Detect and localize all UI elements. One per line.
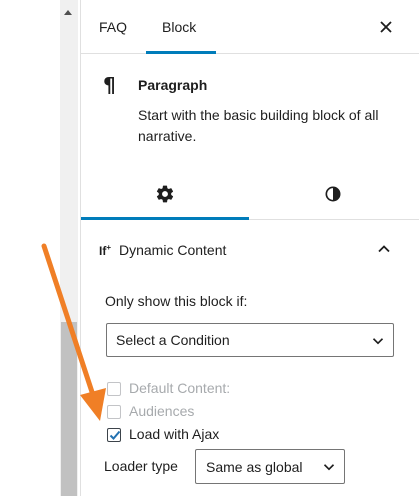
paragraph-icon: ¶ bbox=[103, 73, 116, 97]
checkbox-label: Default Content: bbox=[129, 380, 231, 396]
editor-canvas bbox=[0, 0, 80, 496]
chevron-down-icon bbox=[323, 464, 335, 471]
condition-select-value: Select a Condition bbox=[116, 332, 230, 348]
sidebar-tabs: FAQ Block bbox=[81, 0, 419, 54]
tab-faq[interactable]: FAQ bbox=[99, 0, 127, 54]
tab-styles[interactable] bbox=[249, 168, 417, 220]
gear-icon bbox=[156, 185, 174, 203]
chevron-up-icon bbox=[378, 245, 390, 253]
close-button[interactable] bbox=[373, 14, 399, 40]
scrollbar-thumb[interactable] bbox=[61, 322, 77, 496]
checkmark-icon bbox=[109, 430, 121, 440]
checkbox-box[interactable] bbox=[107, 382, 121, 396]
block-card: ¶ Paragraph Start with the basic buildin… bbox=[81, 55, 419, 177]
loader-type-value: Same as global bbox=[206, 459, 303, 475]
contrast-icon bbox=[325, 186, 341, 202]
checkbox-box[interactable] bbox=[107, 405, 121, 419]
condition-label: Only show this block if: bbox=[105, 293, 248, 309]
loader-type-select[interactable]: Same as global bbox=[195, 449, 345, 484]
scroll-up-icon[interactable] bbox=[64, 10, 72, 15]
checkbox-label: Audiences bbox=[129, 403, 195, 419]
dynamic-content-panel-toggle[interactable]: If+ Dynamic Content bbox=[81, 221, 419, 277]
active-tab-indicator bbox=[146, 51, 216, 54]
condition-select[interactable]: Select a Condition bbox=[106, 323, 394, 357]
block-description: Start with the basic building block of a… bbox=[138, 107, 379, 144]
chevron-down-icon bbox=[372, 338, 384, 345]
close-icon bbox=[380, 21, 392, 33]
active-tab-indicator bbox=[81, 217, 249, 220]
loader-type-label: Loader type bbox=[104, 458, 178, 474]
tab-settings[interactable] bbox=[81, 168, 249, 220]
settings-sidebar: FAQ Block ¶ Paragraph Start with the bas… bbox=[80, 0, 419, 496]
tab-block[interactable]: Block bbox=[162, 0, 196, 54]
panel-title: Dynamic Content bbox=[119, 242, 227, 258]
block-title: Paragraph bbox=[138, 77, 208, 93]
checkbox-label: Load with Ajax bbox=[129, 426, 220, 442]
block-settings-tabs bbox=[81, 168, 419, 220]
checkbox-box[interactable] bbox=[107, 428, 121, 442]
dynamic-content-icon: If+ bbox=[99, 243, 112, 258]
